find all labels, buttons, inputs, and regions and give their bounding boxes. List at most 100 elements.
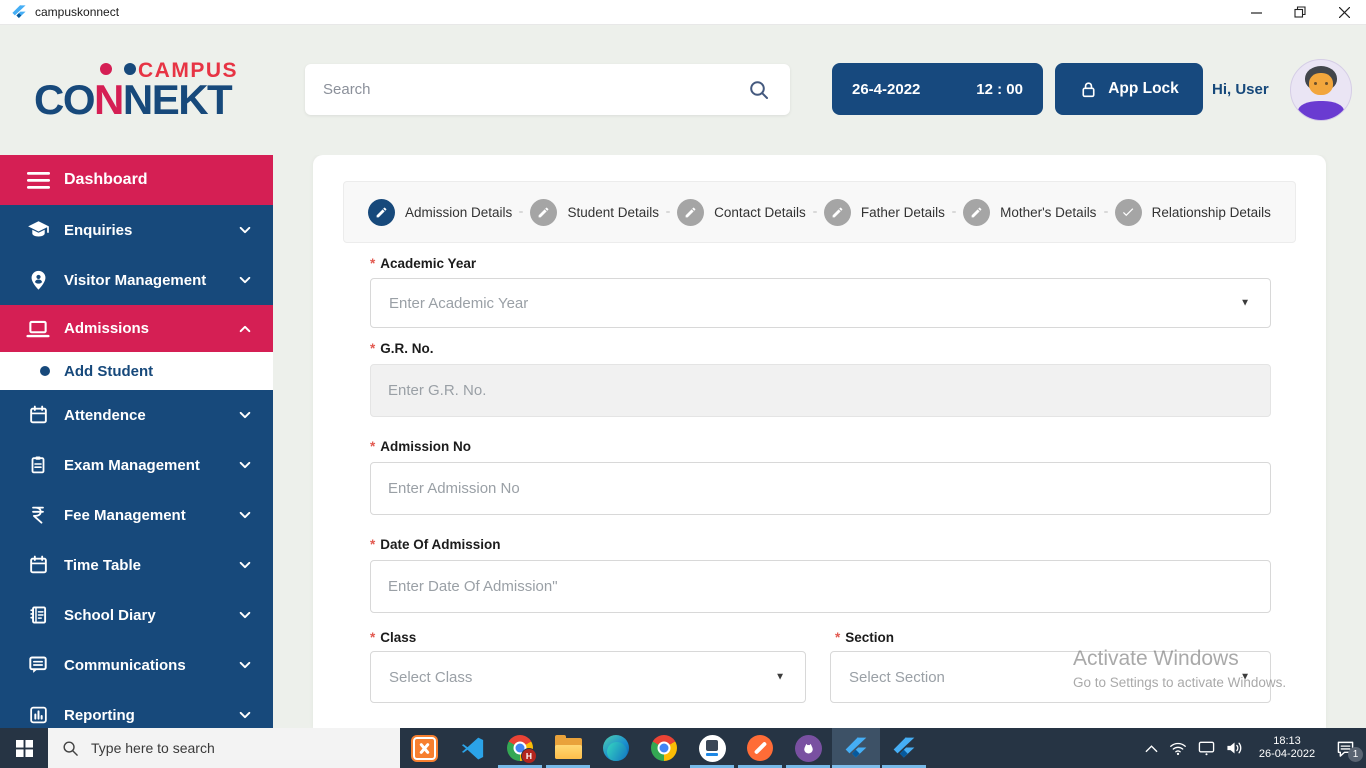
pencil-icon: [823, 198, 851, 226]
taskbar-search[interactable]: [48, 728, 400, 768]
field-label-date-of-admission: * Date Of Admission: [370, 537, 501, 552]
file-explorer-icon: [554, 734, 582, 759]
taskbar-app-android[interactable]: [688, 728, 736, 768]
required-asterisk: *: [370, 537, 376, 552]
volume-icon[interactable]: [1220, 728, 1250, 768]
tray-expand-chevron-icon[interactable]: [1138, 728, 1164, 768]
sidebar-subitem-add-student[interactable]: Add Student: [0, 352, 273, 390]
chevron-down-icon: [237, 407, 253, 423]
taskbar-app-vscode[interactable]: [448, 728, 496, 768]
sidebar-item-label: Communications: [64, 656, 186, 674]
xampp-icon: [410, 734, 438, 762]
cast-display-icon[interactable]: [1192, 728, 1220, 768]
taskbar-app-chrome[interactable]: [640, 728, 688, 768]
datetime-pill[interactable]: 26-4-2022 12 : 00: [832, 63, 1043, 115]
taskbar-app-file-explorer[interactable]: [544, 728, 592, 768]
app-lock-button[interactable]: App Lock: [1055, 63, 1203, 115]
sidebar-item-label: Enquiries: [64, 221, 133, 239]
field-label-section: * Section: [835, 630, 895, 645]
date-of-admission-input[interactable]: [370, 560, 1271, 613]
pencil-icon: [368, 198, 395, 226]
windows-taskbar: H: [0, 728, 1366, 768]
app-header: CAMPUS CONNEKT 26-4-2022 12 : 00 App Loc…: [0, 24, 1366, 155]
wizard-step-student-details[interactable]: Student Details: [530, 198, 660, 226]
sidebar-item-admissions[interactable]: Admissions: [0, 305, 273, 352]
pencil-icon: [677, 198, 705, 226]
sidebar-item-attendence[interactable]: Attendence: [0, 390, 273, 440]
required-asterisk: *: [370, 439, 376, 454]
wizard-step-relationship-details[interactable]: Relationship Details: [1114, 198, 1271, 226]
sidebar-item-school-diary[interactable]: School Diary: [0, 590, 273, 640]
user-avatar[interactable]: [1290, 59, 1352, 121]
chevron-down-icon: [237, 707, 253, 723]
taskbar-app-xampp[interactable]: [400, 728, 448, 768]
chat-icon: [26, 654, 50, 676]
notification-center-button[interactable]: 1: [1324, 728, 1366, 768]
taskbar-app-flutter-active[interactable]: [832, 728, 880, 768]
avatar-eye: [1325, 82, 1328, 85]
edge-icon: [603, 735, 629, 761]
wizard-step-father-details[interactable]: Father Details: [823, 198, 945, 226]
wizard-step-label: Father Details: [860, 204, 945, 220]
logo-dot-red: [100, 63, 112, 75]
caret-down-icon: ▼: [775, 671, 785, 683]
taskbar-app-postman[interactable]: [736, 728, 784, 768]
app-window: campuskonnect CAMPUS CONNEKT 26-4-2022 1…: [0, 0, 1366, 768]
step-separator: [666, 211, 671, 213]
field-label-gr-no: * G.R. No.: [370, 341, 434, 356]
wizard-stepper: Admission Details Student Details Contac…: [343, 181, 1296, 243]
chevron-up-icon: [237, 321, 253, 337]
menu-icon: [26, 171, 50, 189]
taskbar-app-chrome-profile[interactable]: H: [496, 728, 544, 768]
chevron-down-icon: [237, 222, 253, 238]
sidebar-item-visitor-management[interactable]: Visitor Management: [0, 255, 273, 305]
select-placeholder: Enter Academic Year: [389, 294, 529, 312]
search-input[interactable]: [305, 81, 748, 98]
pencil-icon: [530, 198, 558, 226]
class-select[interactable]: Select Class ▼: [370, 651, 806, 703]
wifi-icon[interactable]: [1164, 728, 1192, 768]
chevron-down-icon: [237, 607, 253, 623]
sidebar-item-dashboard[interactable]: Dashboard: [0, 155, 273, 205]
sidebar-item-enquiries[interactable]: Enquiries: [0, 205, 273, 255]
restore-button[interactable]: [1278, 0, 1322, 24]
sidebar-item-reporting[interactable]: Reporting: [0, 690, 273, 728]
wizard-step-contact-details[interactable]: Contact Details: [677, 198, 806, 226]
required-asterisk: *: [835, 630, 841, 645]
sidebar: Dashboard Enquiries Visitor Management A…: [0, 155, 273, 728]
wizard-step-mothers-details[interactable]: Mother's Details: [963, 198, 1097, 226]
sidebar-item-label: Add Student: [64, 362, 154, 380]
logo-connekt-text: CONNEKT: [34, 76, 233, 123]
academic-year-select[interactable]: Enter Academic Year ▼: [370, 278, 1271, 328]
user-greeting: Hi, User: [1212, 80, 1269, 98]
sidebar-item-fee-management[interactable]: Fee Management: [0, 490, 273, 540]
system-tray: 18:13 26-04-2022 1: [1138, 728, 1366, 768]
step-separator: [1103, 211, 1108, 213]
taskbar-clock[interactable]: 18:13 26-04-2022: [1255, 735, 1319, 761]
close-button[interactable]: [1322, 0, 1366, 24]
sidebar-item-time-table[interactable]: Time Table: [0, 540, 273, 590]
wizard-step-label: Student Details: [567, 204, 660, 220]
wizard-step-label: Mother's Details: [1000, 204, 1097, 220]
step-separator: [812, 211, 817, 213]
taskbar-app-edge[interactable]: [592, 728, 640, 768]
taskbar-search-input[interactable]: [89, 739, 343, 757]
select-placeholder: Select Class: [389, 668, 473, 686]
campus-connekt-logo: CAMPUS CONNEKT: [28, 55, 248, 130]
required-asterisk: *: [370, 256, 376, 271]
start-button[interactable]: [0, 728, 48, 768]
taskbar-app-github[interactable]: [784, 728, 832, 768]
taskbar-app-flutter[interactable]: [880, 728, 928, 768]
minimize-button[interactable]: [1234, 0, 1278, 24]
sidebar-item-communications[interactable]: Communications: [0, 640, 273, 690]
clipboard-icon: [26, 454, 50, 476]
gr-no-input[interactable]: [370, 364, 1271, 417]
sidebar-item-label: Reporting: [64, 706, 135, 724]
sidebar-item-exam-management[interactable]: Exam Management: [0, 440, 273, 490]
section-select[interactable]: Select Section ▼: [830, 651, 1271, 703]
search-icon[interactable]: [748, 79, 770, 101]
select-placeholder: Select Section: [849, 668, 945, 686]
wizard-step-admission-details[interactable]: Admission Details: [368, 198, 512, 226]
window-controls: [1234, 0, 1366, 24]
admission-no-input[interactable]: [370, 462, 1271, 515]
